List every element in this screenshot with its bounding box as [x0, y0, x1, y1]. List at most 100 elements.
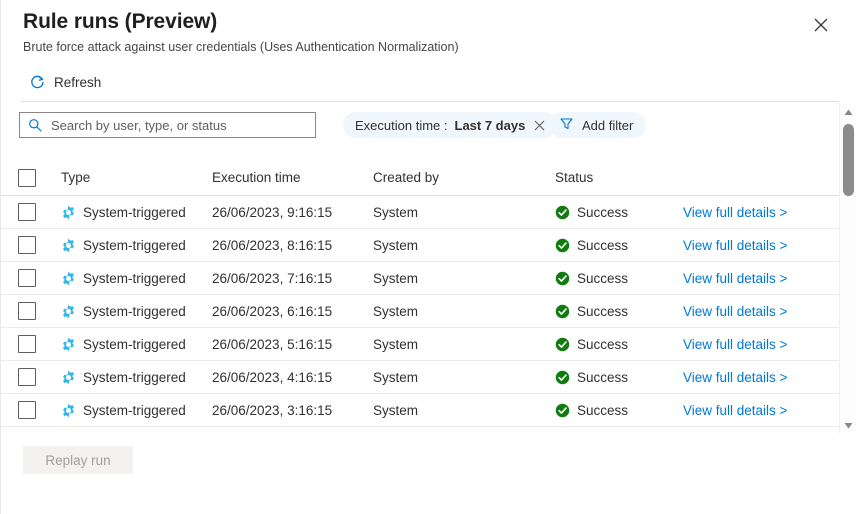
gear-icon [61, 237, 76, 253]
filter-chip-field: Execution time : [355, 117, 448, 133]
cell-created-by: System [373, 336, 419, 352]
refresh-label: Refresh [54, 74, 102, 90]
view-full-details-link[interactable]: View full details > [683, 337, 787, 352]
status-badge: Success [577, 237, 629, 253]
status-badge: Success [577, 204, 629, 220]
scroll-up-button[interactable] [840, 103, 856, 120]
success-icon [555, 238, 570, 253]
cell-type-label: System-triggered [83, 303, 186, 319]
cell-execution-time: 26/06/2023, 7:16:15 [212, 270, 333, 286]
gear-icon [61, 270, 76, 286]
select-all-checkbox[interactable] [18, 168, 36, 187]
page-subtitle: Brute force attack against user credenti… [23, 40, 459, 54]
view-full-details-link[interactable]: View full details > [683, 403, 787, 418]
caret-up-icon [844, 103, 853, 121]
cell-status: Success [555, 304, 628, 319]
cell-execution-time: 26/06/2023, 8:16:15 [212, 237, 333, 253]
gear-icon [61, 369, 76, 385]
cell-status: Success [555, 370, 628, 385]
table-row[interactable]: System-triggered 26/06/2023, 6:16:15 Syste… [1, 295, 839, 328]
remove-filter-icon[interactable] [534, 120, 545, 131]
gear-icon [61, 336, 76, 352]
rule-runs-panel: Rule runs (Preview) Brute force attack a… [0, 0, 856, 514]
replay-run-button[interactable]: Replay run [23, 446, 133, 474]
table-row[interactable]: System-triggered 26/06/2023, 3:16:15 Syste… [1, 394, 839, 427]
cell-type: System-triggered [61, 238, 186, 253]
search-icon [28, 118, 42, 132]
view-full-details-link[interactable]: View full details > [683, 238, 787, 253]
close-button[interactable] [808, 12, 834, 38]
filter-bar: Execution time : Last 7 days Add filter [19, 112, 647, 138]
view-full-details-link[interactable]: View full details > [683, 271, 787, 286]
scroll-down-button[interactable] [840, 416, 856, 433]
gear-icon [61, 402, 76, 418]
gear-icon [61, 204, 76, 220]
cell-execution-time: 26/06/2023, 6:16:15 [212, 303, 333, 319]
table-row[interactable]: System-triggered 26/06/2023, 9:16:15 Syste… [1, 196, 839, 229]
cell-type-label: System-triggered [83, 270, 186, 286]
filter-chip-execution-time[interactable]: Execution time : Last 7 days [343, 112, 558, 138]
view-full-details-link[interactable]: View full details > [683, 370, 787, 385]
gear-icon [61, 303, 76, 319]
table-row[interactable]: System-triggered 26/06/2023, 8:16:15 Syste… [1, 229, 839, 262]
replay-run-label: Replay run [45, 452, 111, 468]
success-icon [555, 205, 570, 220]
add-filter-button[interactable]: Add filter [549, 112, 647, 138]
cell-execution-time: 26/06/2023, 5:16:15 [212, 336, 333, 352]
row-checkbox[interactable] [18, 368, 36, 386]
status-badge: Success [577, 369, 629, 385]
table-row[interactable]: System-triggered 26/06/2023, 7:16:15 Syste… [1, 262, 839, 295]
table-row[interactable]: System-triggered 26/06/2023, 5:16:15 Syste… [1, 328, 839, 361]
success-icon [555, 337, 570, 352]
command-bar: Refresh [23, 68, 107, 96]
cell-status: Success [555, 403, 628, 418]
view-full-details-link[interactable]: View full details > [683, 304, 787, 319]
cell-status: Success [555, 238, 628, 253]
status-badge: Success [577, 270, 629, 286]
cell-type-label: System-triggered [83, 336, 186, 352]
cell-status: Success [555, 271, 628, 286]
filter-chip-value: Last 7 days [454, 117, 526, 133]
cell-type: System-triggered [61, 370, 186, 385]
refresh-button[interactable]: Refresh [23, 71, 107, 94]
cell-execution-time: 26/06/2023, 9:16:15 [212, 204, 333, 220]
cell-type-label: System-triggered [83, 402, 186, 418]
cell-created-by: System [373, 237, 419, 253]
refresh-icon [29, 74, 46, 91]
cell-type: System-triggered [61, 271, 186, 286]
row-checkbox[interactable] [18, 302, 36, 320]
row-checkbox[interactable] [18, 335, 36, 353]
cell-status: Success [555, 337, 628, 352]
column-header-type[interactable]: Type [61, 170, 90, 185]
column-header-status[interactable]: Status [555, 170, 593, 185]
close-icon [814, 18, 828, 32]
success-icon [555, 370, 570, 385]
cell-created-by: System [373, 402, 419, 418]
funnel-icon [559, 116, 574, 134]
success-icon [555, 403, 570, 418]
view-full-details-link[interactable]: View full details > [683, 205, 787, 220]
table-scrollbar[interactable] [839, 103, 856, 433]
cell-type: System-triggered [61, 205, 186, 220]
status-badge: Success [577, 402, 629, 418]
search-input[interactable] [51, 117, 307, 133]
cell-type-label: System-triggered [83, 204, 186, 220]
column-header-execution-time[interactable]: Execution time [212, 170, 301, 185]
cell-type-label: System-triggered [83, 237, 186, 253]
cell-type: System-triggered [61, 337, 186, 352]
row-checkbox[interactable] [18, 203, 36, 221]
row-checkbox[interactable] [18, 401, 36, 419]
row-checkbox[interactable] [18, 269, 36, 287]
row-checkbox[interactable] [18, 236, 36, 254]
scrollbar-thumb[interactable] [843, 124, 854, 196]
table-header-row: Type Execution time Created by Status [1, 160, 839, 196]
search-box[interactable] [19, 112, 316, 138]
success-icon [555, 304, 570, 319]
success-icon [555, 271, 570, 286]
toolbar-divider [21, 101, 839, 102]
add-filter-label: Add filter [582, 117, 634, 133]
caret-down-icon [844, 416, 853, 434]
cell-created-by: System [373, 204, 419, 220]
table-row[interactable]: System-triggered 26/06/2023, 4:16:15 Syste… [1, 361, 839, 394]
column-header-created-by[interactable]: Created by [373, 170, 439, 185]
